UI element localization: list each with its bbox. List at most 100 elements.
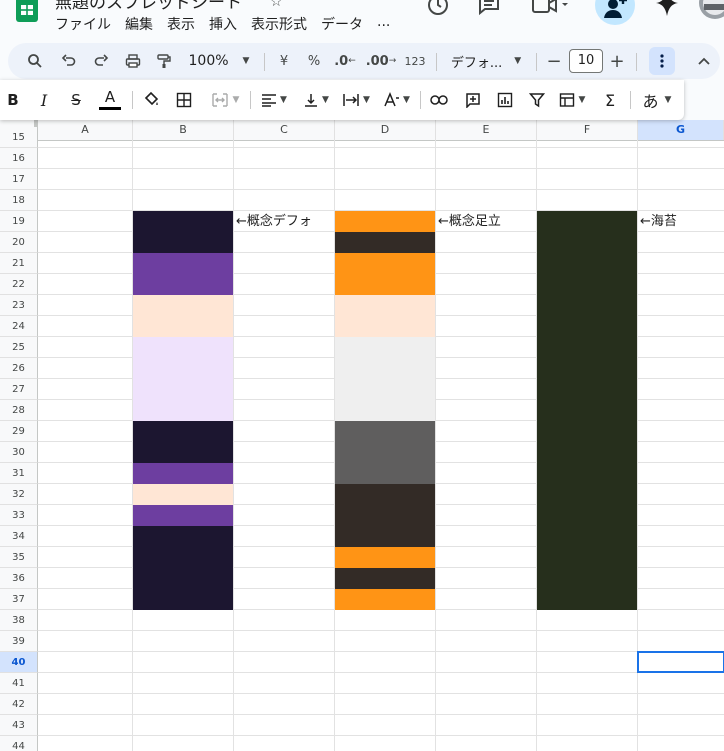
merge-cells-icon[interactable]: ▼ — [204, 80, 246, 120]
color-cell-b29[interactable] — [133, 421, 233, 442]
row-header-35[interactable]: 35 — [0, 547, 38, 568]
currency-format-button[interactable]: ¥ — [272, 43, 296, 79]
color-cell-f21[interactable] — [537, 253, 637, 274]
row-header-25[interactable]: 25 — [0, 337, 38, 358]
decrease-font-size-button[interactable]: − — [544, 43, 564, 79]
row-header-27[interactable]: 27 — [0, 379, 38, 400]
color-cell-b24[interactable] — [133, 316, 233, 337]
spreadsheet-grid[interactable]: A B C D E F G 15 16 17 18 19 20 21 22 23 24 25 26 27… — [0, 120, 724, 751]
row-header-30[interactable]: 30 — [0, 442, 38, 463]
color-cell-d22[interactable] — [335, 274, 435, 295]
color-cell-f27[interactable] — [537, 379, 637, 400]
text-wrapping-icon[interactable]: ▼ — [338, 80, 374, 120]
row-header-29[interactable]: 29 — [0, 421, 38, 442]
row-header-15[interactable]: 15 — [0, 127, 38, 148]
color-cell-f23[interactable] — [537, 295, 637, 316]
insert-comment-icon[interactable] — [460, 80, 486, 120]
color-cell-d35[interactable] — [335, 547, 435, 568]
history-icon[interactable] — [425, 0, 451, 18]
more-formats-button[interactable]: 123 — [400, 43, 430, 79]
row-header-43[interactable]: 43 — [0, 715, 38, 736]
color-cell-b21[interactable] — [133, 253, 233, 274]
bold-button[interactable]: B — [2, 80, 24, 120]
color-cell-d34[interactable] — [335, 526, 435, 547]
vertical-align-icon[interactable]: ▼ — [298, 80, 334, 120]
row-header-28[interactable]: 28 — [0, 400, 38, 421]
color-cell-f36[interactable] — [537, 568, 637, 589]
color-cell-b25[interactable] — [133, 337, 233, 358]
color-cell-d19[interactable] — [335, 211, 435, 232]
increase-decimal-button[interactable]: .00 → — [364, 43, 398, 79]
row-header-44[interactable]: 44 — [0, 736, 38, 751]
color-cell-f29[interactable] — [537, 421, 637, 442]
gemini-sparkle-icon[interactable] — [654, 0, 680, 18]
paint-format-icon[interactable] — [151, 43, 177, 79]
row-header-31[interactable]: 31 — [0, 463, 38, 484]
borders-icon[interactable] — [172, 80, 196, 120]
redo-icon[interactable] — [88, 43, 114, 79]
zoom-select[interactable]: 100% ▼ — [184, 43, 254, 79]
percent-format-button[interactable]: % — [302, 43, 326, 79]
color-cell-f30[interactable] — [537, 442, 637, 463]
cell-area[interactable]: ←概念デフォ ←概念足立 ←海苔 — [38, 140, 724, 751]
color-cell-d28[interactable] — [335, 400, 435, 421]
color-cell-f26[interactable] — [537, 358, 637, 379]
color-cell-b19[interactable] — [133, 211, 233, 232]
column-header-b[interactable]: B — [133, 120, 234, 140]
color-cell-f20[interactable] — [537, 232, 637, 253]
row-header-33[interactable]: 33 — [0, 505, 38, 526]
color-cell-b35[interactable] — [133, 547, 233, 568]
row-header-24[interactable]: 24 — [0, 316, 38, 337]
color-cell-b37[interactable] — [133, 589, 233, 610]
increase-font-size-button[interactable]: + — [606, 43, 628, 79]
color-cell-b20[interactable] — [133, 232, 233, 253]
color-cell-b27[interactable] — [133, 379, 233, 400]
color-cell-b36[interactable] — [133, 568, 233, 589]
color-cell-f32[interactable] — [537, 484, 637, 505]
row-header-21[interactable]: 21 — [0, 253, 38, 274]
row-header-19[interactable]: 19 — [0, 211, 38, 232]
row-header-26[interactable]: 26 — [0, 358, 38, 379]
color-cell-d31[interactable] — [335, 463, 435, 484]
color-cell-f35[interactable] — [537, 547, 637, 568]
horizontal-align-icon[interactable]: ▼ — [256, 80, 292, 120]
text-rotation-icon[interactable]: ▼ — [378, 80, 414, 120]
color-cell-b28[interactable] — [133, 400, 233, 421]
color-cell-b33[interactable] — [133, 505, 233, 526]
cell-c19-text[interactable]: ←概念デフォ — [236, 211, 312, 232]
color-cell-d29[interactable] — [335, 421, 435, 442]
star-icon[interactable]: ☆ — [270, 0, 283, 10]
color-cell-f25[interactable] — [537, 337, 637, 358]
menu-edit[interactable]: 編集 — [125, 14, 153, 34]
row-header-18[interactable]: 18 — [0, 190, 38, 211]
sheets-logo-icon[interactable] — [13, 0, 41, 24]
row-header-20[interactable]: 20 — [0, 232, 38, 253]
row-header-37[interactable]: 37 — [0, 589, 38, 610]
color-cell-d24[interactable] — [335, 316, 435, 337]
color-cell-b23[interactable] — [133, 295, 233, 316]
color-cell-d33[interactable] — [335, 505, 435, 526]
search-menus-icon[interactable] — [22, 43, 48, 79]
row-header-23[interactable]: 23 — [0, 295, 38, 316]
more-options-button[interactable] — [649, 47, 675, 75]
filter-icon[interactable] — [524, 80, 550, 120]
comment-icon[interactable] — [476, 0, 502, 18]
column-header-f[interactable]: F — [537, 120, 638, 140]
color-cell-d36[interactable] — [335, 568, 435, 589]
font-family-select[interactable]: デフォ... ▼ — [444, 43, 528, 79]
column-header-c[interactable]: C — [234, 120, 335, 140]
color-cell-b31[interactable] — [133, 463, 233, 484]
color-cell-d27[interactable] — [335, 379, 435, 400]
color-cell-d20[interactable] — [335, 232, 435, 253]
filter-views-icon[interactable]: ▼ — [554, 80, 590, 120]
color-cell-f19[interactable] — [537, 211, 637, 232]
avatar[interactable] — [698, 0, 724, 20]
print-icon[interactable] — [120, 43, 146, 79]
cell-g19-text[interactable]: ←海苔 — [640, 211, 677, 232]
row-header-39[interactable]: 39 — [0, 631, 38, 652]
color-cell-d32[interactable] — [335, 484, 435, 505]
menu-data[interactable]: データ — [321, 14, 363, 34]
undo-icon[interactable] — [56, 43, 82, 79]
document-title[interactable]: 無題のスプレッドシート — [55, 0, 242, 13]
text-color-button[interactable]: A — [96, 80, 124, 120]
